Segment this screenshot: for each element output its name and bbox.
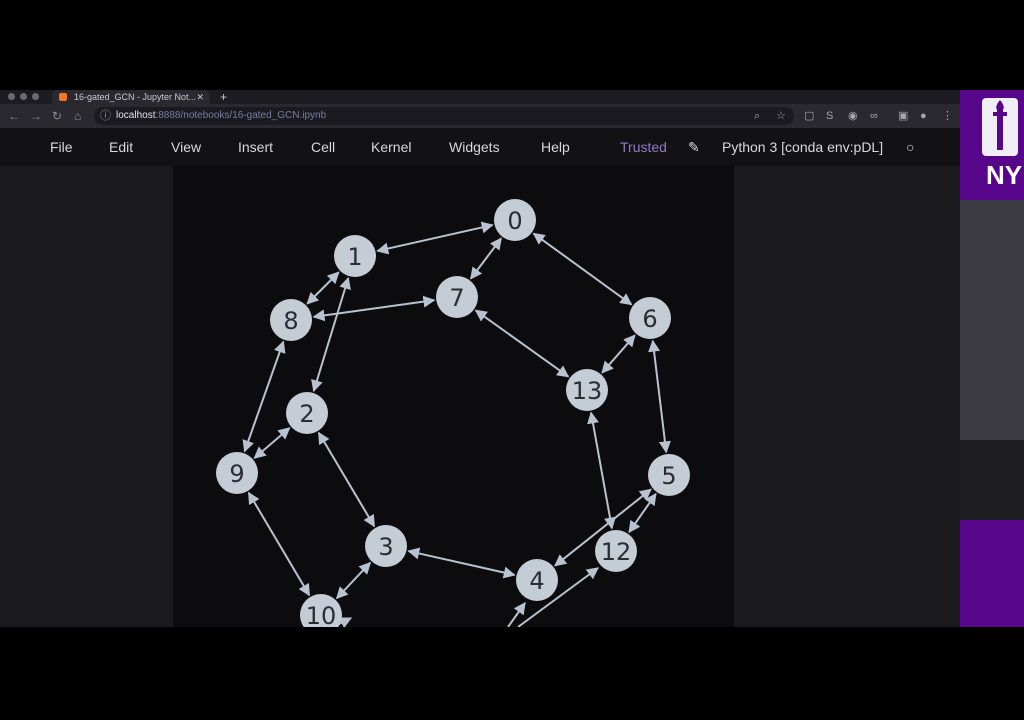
menu-help[interactable]: Help (541, 138, 570, 156)
graph-node-label: 3 (378, 533, 393, 561)
url-path: :8888/notebooks/16-gated_GCN.ipynb (155, 110, 327, 121)
browser-window: 16-gated_GCN - Jupyter Not... ✕ + ← → ↻ … (0, 90, 960, 627)
graph-node-5: 5 (648, 454, 690, 496)
kernel-name: Python 3 [conda env:pDL] (722, 139, 884, 155)
info-icon[interactable]: ⓘ (100, 109, 111, 123)
graph-edge-5-12 (628, 492, 657, 534)
menu-insert[interactable]: Insert (238, 138, 273, 156)
nyu-logo: NY (960, 90, 1024, 200)
extension-icon-1[interactable]: ▢ (804, 109, 814, 123)
graph-node-3: 3 (365, 525, 407, 567)
graph-node-label: 12 (601, 538, 632, 566)
graph-node-label: 5 (661, 462, 676, 490)
graph-node-label: 7 (449, 284, 464, 312)
presenter-side-panel: NY (960, 90, 1024, 627)
graph-edge-8-9 (242, 340, 286, 453)
reload-icon[interactable]: ↻ (52, 108, 62, 124)
graph-edge-6-13 (601, 334, 636, 374)
webcam-feed (960, 200, 1024, 520)
graph-node-label: 13 (572, 377, 603, 405)
close-tab-icon[interactable]: ✕ (196, 90, 204, 104)
graph-edge-0-6 (532, 232, 633, 306)
tab-title: 16-gated_GCN - Jupyter Not... (74, 92, 197, 102)
graph-node-label: 4 (529, 567, 544, 595)
nyu-logo-text: NY (986, 160, 1023, 190)
graph-node-6: 6 (629, 297, 671, 339)
extension-icon-3[interactable]: ∞ (870, 109, 878, 123)
graph-edge-1-2 (311, 276, 351, 393)
graph-edge-3-4 (407, 547, 516, 579)
menu-edit[interactable]: Edit (109, 138, 133, 156)
window-zoom-dot[interactable] (32, 93, 39, 100)
menu-cell[interactable]: Cell (311, 138, 335, 156)
menu-widgets[interactable]: Widgets (449, 138, 500, 156)
edit-pencil-icon[interactable]: ✎ (688, 138, 700, 156)
extension-icon-2[interactable]: S (826, 109, 833, 123)
graph-edge-7-13 (474, 309, 570, 378)
graph-node-13: 13 (566, 369, 608, 411)
graph-edge-1-8 (306, 271, 340, 305)
graph-node-2: 2 (286, 392, 328, 434)
jupyter-menubar: File Edit View Insert Cell Kernel Widget… (0, 128, 960, 166)
graph-edge-6-5 (648, 339, 671, 454)
graph-node-4: 4 (516, 559, 558, 601)
graph-edge-0-1 (376, 221, 494, 255)
graph-node-label: 0 (507, 207, 522, 235)
graph-edge-13-12 (587, 411, 616, 530)
graph-node-label: 9 (229, 460, 244, 488)
graph-node-label: 1 (347, 243, 362, 271)
graph-node-12: 12 (595, 530, 637, 572)
home-icon[interactable]: ⌂ (74, 108, 81, 124)
graph-svg: 0123456789101213 (216, 199, 690, 627)
graph-node-8: 8 (270, 299, 312, 341)
url-host: localhost (116, 110, 156, 121)
url-field[interactable]: ⓘ localhost:8888/notebooks/16-gated_GCN.… (94, 107, 794, 125)
jupyter-favicon-icon (59, 93, 67, 101)
graph-edge-3-10 (335, 561, 372, 600)
graph-node-0: 0 (494, 199, 536, 241)
trusted-indicator[interactable]: Trusted (620, 138, 667, 156)
menu-kernel[interactable]: Kernel (371, 138, 411, 156)
graph-edge-0-7 (470, 237, 502, 280)
zoom-icon[interactable]: ⌕ (754, 109, 760, 123)
nyu-purple-bar (960, 520, 1024, 627)
new-tab-icon[interactable]: + (220, 90, 227, 104)
graph-edge-2-3 (317, 431, 376, 528)
back-icon[interactable]: ← (8, 108, 20, 124)
window-close-dot[interactable] (8, 93, 15, 100)
graph-node-label: 8 (283, 307, 298, 335)
graph-edge-8-7 (312, 295, 436, 322)
browser-menu-icon[interactable]: ⋮ (942, 109, 953, 123)
graph-node-label: 2 (299, 400, 314, 428)
graph-node-9: 9 (216, 452, 258, 494)
graph-edge-9-10 (247, 491, 311, 597)
graph-output-image: 0 1 2 3 4 5 6 7 8 9 10 12 13 (173, 166, 734, 627)
graph-edge-9-2 (253, 427, 291, 459)
menu-view[interactable]: View (171, 138, 201, 156)
kernel-status-icon: ○ (906, 139, 915, 155)
graph-node-label: 6 (642, 305, 657, 333)
torch-icon (982, 98, 1018, 156)
location-icon[interactable]: ◉ (848, 109, 858, 123)
address-bar: ← → ↻ ⌂ ⓘ localhost:8888/notebooks/16-ga… (0, 104, 960, 128)
graph-node-1: 1 (334, 235, 376, 277)
graph-node-10: 10 (300, 594, 342, 627)
window-minimize-dot[interactable] (20, 93, 27, 100)
notebook-output-area: 0 1 2 3 4 5 6 7 8 9 10 12 13 (0, 166, 960, 627)
bookmark-star-icon[interactable]: ☆ (776, 109, 786, 123)
extension-icon-4[interactable]: ▣ (898, 109, 908, 123)
graph-node-7: 7 (436, 276, 478, 318)
graph-node-label: 10 (306, 602, 337, 627)
profile-avatar[interactable]: ● (920, 109, 927, 123)
tab-strip: 16-gated_GCN - Jupyter Not... ✕ + (0, 90, 960, 104)
browser-tab[interactable]: 16-gated_GCN - Jupyter Not... ✕ (52, 90, 210, 104)
forward-icon[interactable]: → (30, 108, 42, 124)
menu-file[interactable]: File (50, 138, 73, 156)
